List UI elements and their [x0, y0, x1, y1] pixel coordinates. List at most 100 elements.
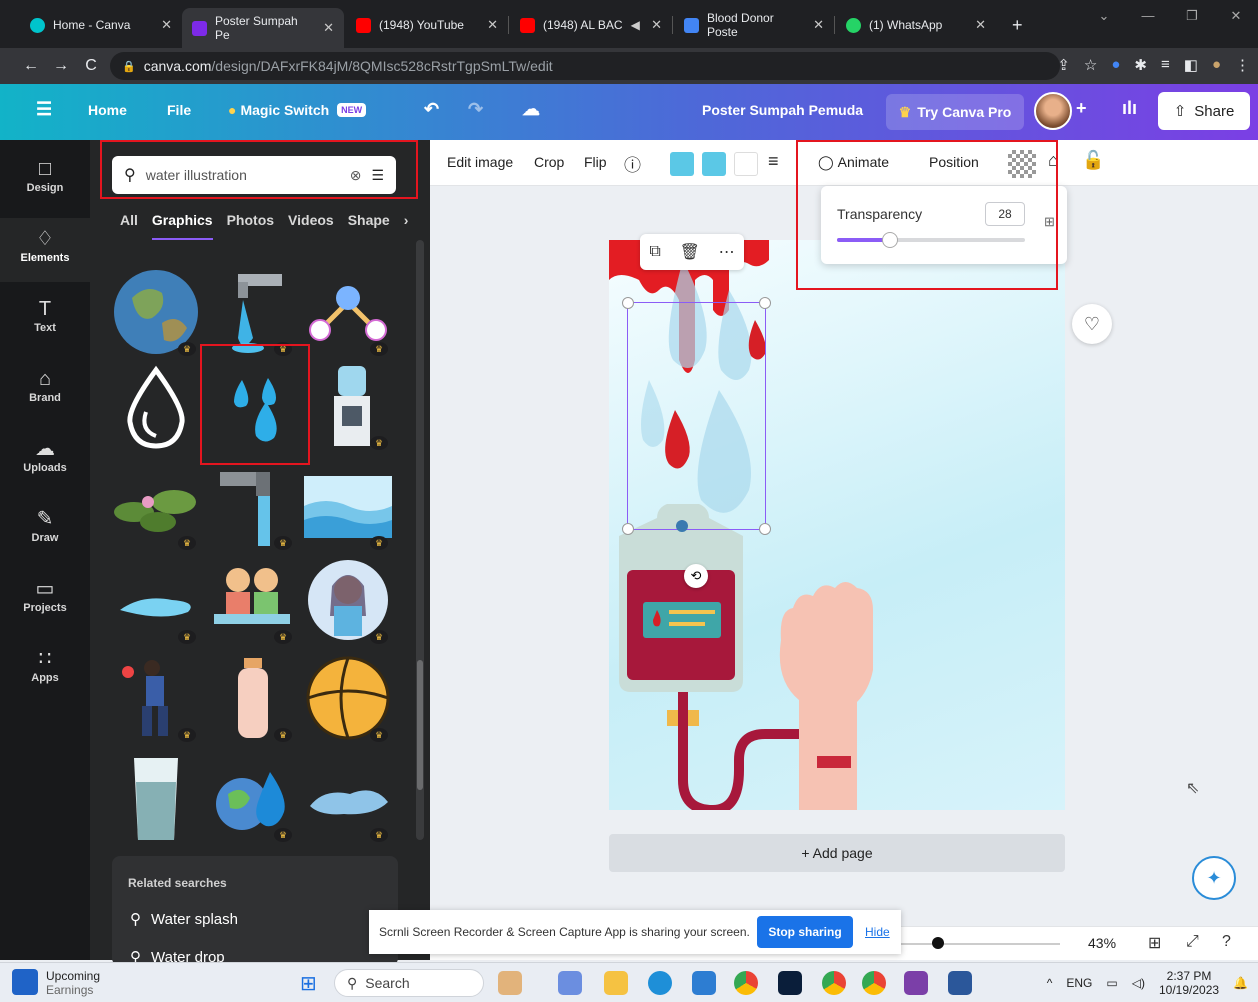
close-window-icon[interactable]: ✕ — [1214, 8, 1258, 24]
rail-item-draw[interactable]: ✎ Draw — [0, 498, 90, 562]
menu-icon[interactable]: ⋮ — [1235, 56, 1250, 74]
graphic-earth[interactable]: ♛ — [110, 266, 202, 358]
chrome-icon[interactable] — [734, 971, 758, 995]
widgets-button[interactable]: Upcoming Earnings — [12, 969, 100, 997]
back-icon[interactable]: ← — [16, 57, 46, 75]
color-swatch[interactable] — [670, 152, 694, 176]
tab-poster-sumpah[interactable]: Poster Sumpah Pe ✕ — [182, 8, 344, 48]
chrome-icon[interactable] — [822, 971, 846, 995]
rotate-icon[interactable]: ⟲ — [684, 564, 708, 588]
extension-icon[interactable]: ● — [1111, 56, 1120, 74]
hide-link[interactable]: Hide — [865, 925, 890, 939]
resize-handle[interactable] — [622, 297, 634, 309]
color-swatch[interactable] — [734, 152, 758, 176]
graphic-pipe-water[interactable]: ♛ — [206, 460, 298, 552]
tab-blood-donor[interactable]: Blood Donor Poste ✕ — [674, 8, 834, 42]
crop-button[interactable]: Crop — [534, 154, 564, 170]
edit-image-button[interactable]: Edit image — [447, 154, 513, 170]
transparency-icon[interactable] — [1008, 150, 1036, 178]
tab-home-canva[interactable]: Home - Canva ✕ — [20, 8, 182, 42]
info-icon[interactable]: ⓘ — [624, 151, 641, 176]
animate-button[interactable]: ◯ Animate — [818, 154, 889, 171]
add-collaborator-icon[interactable]: + — [1076, 98, 1087, 119]
resize-handle[interactable] — [622, 523, 634, 535]
tab-shapes[interactable]: Shape — [348, 212, 390, 240]
bookmark-star-icon[interactable]: ☆ — [1084, 56, 1097, 74]
panel-scrollbar[interactable] — [416, 240, 424, 840]
close-tab-icon[interactable]: ✕ — [487, 17, 498, 33]
close-tab-icon[interactable]: ✕ — [975, 17, 986, 33]
graphic-waves[interactable]: ♛ — [302, 460, 394, 552]
lock-icon[interactable]: 🔓 — [1082, 150, 1104, 171]
add-page-button[interactable]: + Add page — [609, 834, 1065, 872]
undo-icon[interactable]: ↶ — [424, 99, 439, 120]
file-menu-button[interactable]: File — [167, 102, 191, 118]
graphic-boy-balloon[interactable]: ♛ — [110, 652, 202, 744]
graphic-bottle[interactable]: ♛ — [206, 652, 298, 744]
cloud-saved-icon[interactable]: ☁ — [522, 99, 540, 120]
app-icon[interactable] — [692, 971, 716, 995]
resize-handle[interactable] — [759, 297, 771, 309]
tab-videos[interactable]: Videos — [288, 212, 334, 240]
close-tab-icon[interactable]: ✕ — [161, 17, 172, 33]
network-icon[interactable]: ▭ — [1106, 976, 1117, 990]
rail-item-elements[interactable]: ♢ Elements — [0, 218, 90, 282]
close-tab-icon[interactable]: ✕ — [813, 17, 824, 33]
close-tab-icon[interactable]: ✕ — [323, 20, 334, 36]
extensions-puzzle-icon[interactable]: ✱ — [1134, 56, 1147, 74]
search-input[interactable]: ⚲ water illustration ⊗ ☰ — [112, 156, 396, 194]
magic-switch-button[interactable]: ● Magic Switch NEW — [228, 102, 367, 118]
add-to-page-icon[interactable]: ⊞ — [1044, 214, 1055, 230]
volume-icon[interactable]: ◁) — [1132, 976, 1145, 990]
notification-bell-icon[interactable]: 🔔 — [1233, 976, 1248, 990]
duplicate-icon[interactable]: ⧉ — [649, 243, 660, 261]
hamburger-menu-icon[interactable]: ☰ — [36, 99, 52, 120]
flip-button[interactable]: Flip — [584, 154, 607, 170]
graphic-puddle-2[interactable]: ♛ — [302, 752, 394, 844]
share-button[interactable]: ⇧ Share — [1158, 92, 1250, 130]
photoshop-icon[interactable] — [778, 971, 802, 995]
delete-icon[interactable]: 🗑 — [680, 242, 700, 262]
app-icon[interactable] — [558, 971, 582, 995]
close-tab-icon[interactable]: ✕ — [651, 17, 662, 33]
slider-knob[interactable] — [881, 232, 898, 248]
side-panel-icon[interactable]: ◧ — [1184, 56, 1198, 74]
new-tab-button[interactable]: + — [1002, 8, 1036, 42]
tab-search-icon[interactable]: ⌄ — [1082, 8, 1126, 24]
filter-icon[interactable]: ☰ — [371, 167, 384, 184]
help-icon[interactable]: ? — [1222, 933, 1231, 951]
color-swatch[interactable] — [702, 152, 726, 176]
zoom-slider[interactable] — [900, 943, 1060, 945]
tab-photos[interactable]: Photos — [227, 212, 274, 240]
rail-item-apps[interactable]: ∷ Apps — [0, 638, 90, 702]
chevron-right-icon[interactable]: › — [404, 212, 409, 240]
rail-item-projects[interactable]: ▭ Projects — [0, 568, 90, 632]
graphic-woman-water[interactable]: ♛ — [302, 554, 394, 646]
selection-frame[interactable] — [622, 297, 771, 535]
tab-all[interactable]: All — [120, 212, 138, 240]
tab-youtube-2[interactable]: (1948) AL BAC ◀ ✕ — [510, 8, 672, 42]
transparency-slider[interactable] — [837, 232, 1025, 248]
word-icon[interactable] — [948, 971, 972, 995]
graphic-earth-drop[interactable]: ♛ — [206, 752, 298, 844]
add-comment-button[interactable]: ♡ — [1072, 304, 1112, 344]
graphic-water-dispenser[interactable]: ♛ — [302, 360, 394, 452]
border-style-icon[interactable]: ≡ — [768, 151, 779, 172]
app-icon[interactable] — [498, 971, 522, 995]
clock[interactable]: 2:37 PM 10/19/2023 — [1159, 969, 1219, 997]
profile-icon[interactable]: ● — [1212, 56, 1221, 74]
app-icon[interactable] — [904, 971, 928, 995]
tab-whatsapp[interactable]: (1) WhatsApp ✕ — [836, 8, 996, 42]
language-indicator[interactable]: ENG — [1066, 976, 1092, 990]
graphic-volleyball[interactable]: ♛ — [302, 652, 394, 744]
graphic-water-drops[interactable] — [206, 360, 298, 452]
redo-icon[interactable]: ↷ — [468, 99, 483, 120]
home-button[interactable]: Home — [88, 102, 127, 118]
resize-handle[interactable] — [759, 523, 771, 535]
minimize-icon[interactable]: — — [1126, 8, 1170, 24]
fullscreen-icon[interactable]: ⤢ — [1186, 933, 1199, 951]
stop-sharing-button[interactable]: Stop sharing — [757, 916, 853, 948]
zoom-level[interactable]: 43% — [1088, 935, 1116, 951]
clear-search-icon[interactable]: ⊗ — [350, 167, 362, 184]
graphic-h2o-molecule[interactable]: ♛ — [302, 266, 394, 358]
